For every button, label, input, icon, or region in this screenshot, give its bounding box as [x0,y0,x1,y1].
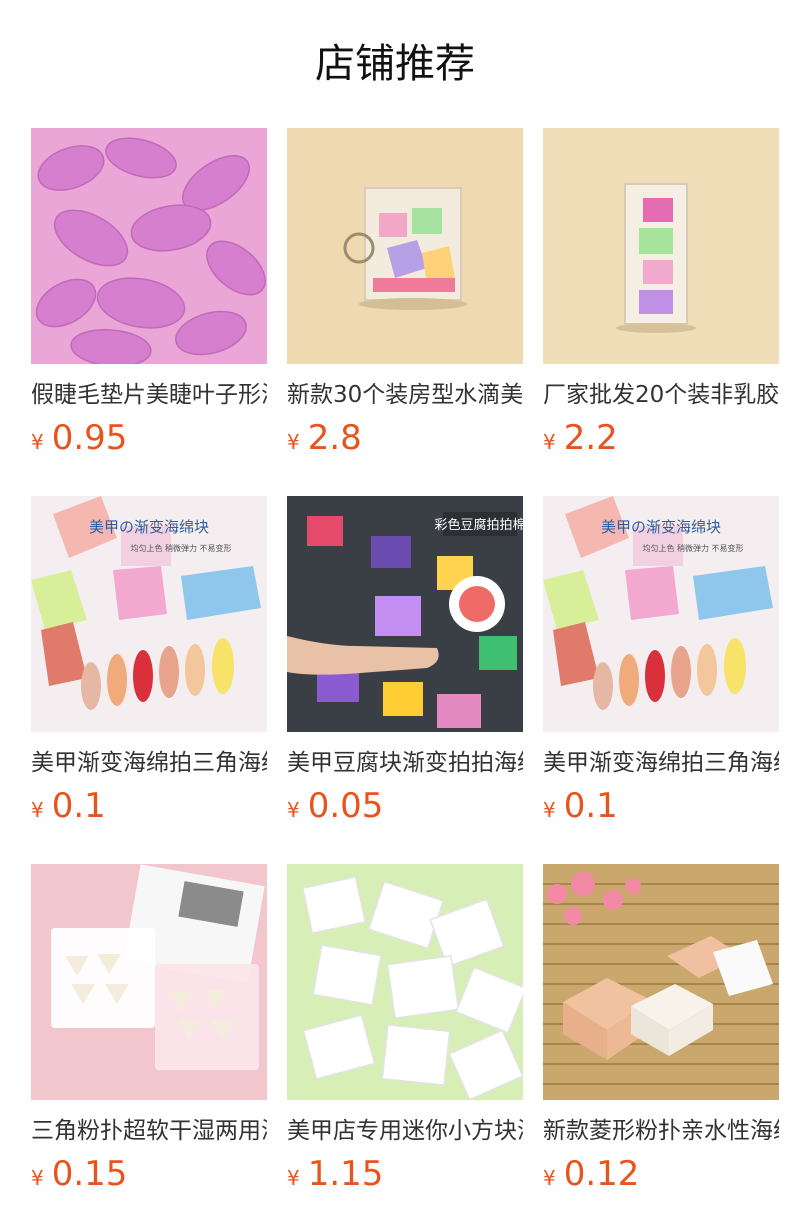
product-image-pink-leaf-sponges[interactable] [31,128,267,364]
product-image-white-square-sponges[interactable] [287,864,523,1100]
image-banner-title: 美甲の渐变海绵块 [601,518,721,536]
product-card[interactable]: 美甲の渐变海绵块 均匀上色 稍微弹力 不易变形 美甲渐变海绵拍三角海绵块 ¥ 0… [31,496,267,826]
product-image-nail-gradient-sponges[interactable]: 美甲の渐变海绵块 均匀上色 稍微弹力 不易变形 [543,496,779,732]
product-price: ¥ 0.95 [31,418,267,458]
price-value: 0.1 [51,786,106,826]
product-image-nail-gradient-sponges[interactable]: 美甲の渐变海绵块 均匀上色 稍微弹力 不易变形 [31,496,267,732]
image-banner-title: 彩色豆腐拍拍棉 [434,517,523,533]
currency-symbol: ¥ [543,430,556,454]
product-name[interactable]: 美甲渐变海绵拍三角海绵块 [31,746,267,780]
product-name[interactable]: 新款菱形粉扑亲水性海绵 [543,1114,779,1148]
product-name[interactable]: 厂家批发20个装非乳胶粉扑 [543,378,779,412]
product-image-triangle-puffs-bags[interactable] [31,864,267,1100]
price-value: 2.2 [563,418,618,458]
price-value: 0.95 [51,418,128,458]
product-card[interactable]: 美甲の渐变海绵块 均匀上色 稍微弹力 不易变形 美甲渐变海绵拍三角海绵块 ¥ 0… [543,496,779,826]
product-name[interactable]: 三角粉扑超软干湿两用海绵 [31,1114,267,1148]
currency-symbol: ¥ [287,798,300,822]
product-name[interactable]: 美甲店专用迷你小方块海绵 [287,1114,523,1148]
price-value: 0.05 [307,786,384,826]
page-title: 店铺推荐 [315,41,475,87]
product-price: ¥ 2.8 [287,418,523,458]
currency-symbol: ¥ [31,798,44,822]
product-card[interactable]: 三角粉扑超软干湿两用海绵 ¥ 0.15 [31,864,267,1194]
product-name[interactable]: 新款30个装房型水滴美妆蛋 [287,378,523,412]
product-price: ¥ 0.1 [543,786,779,826]
product-price: ¥ 0.05 [287,786,523,826]
product-name[interactable]: 美甲豆腐块渐变拍拍海绵 [287,746,523,780]
product-price: ¥ 0.12 [543,1154,779,1194]
product-card[interactable]: 假睫毛垫片美睫叶子形海绵 ¥ 0.95 [31,128,267,458]
product-price: ¥ 2.2 [543,418,779,458]
currency-symbol: ¥ [31,1166,44,1190]
product-name[interactable]: 美甲渐变海绵拍三角海绵块 [543,746,779,780]
product-price: ¥ 0.1 [31,786,267,826]
product-name[interactable]: 假睫毛垫片美睫叶子形海绵 [31,378,267,412]
price-value: 1.15 [307,1154,384,1194]
product-card[interactable]: 彩色豆腐拍拍棉 美甲豆腐块渐变拍拍海绵 ¥ 0.05 [287,496,523,826]
price-value: 0.15 [51,1154,128,1194]
price-value: 0.12 [563,1154,640,1194]
price-value: 0.1 [563,786,618,826]
product-card[interactable]: 厂家批发20个装非乳胶粉扑 ¥ 2.2 [543,128,779,458]
product-image-sponge-tube-box[interactable] [543,128,779,364]
product-image-sponge-gift-box-cube[interactable] [287,128,523,364]
price-value: 2.8 [307,418,362,458]
product-image-diamond-puffs-bamboo[interactable] [543,864,779,1100]
product-price: ¥ 0.15 [31,1154,267,1194]
currency-symbol: ¥ [543,798,556,822]
currency-symbol: ¥ [31,430,44,454]
currency-symbol: ¥ [287,1166,300,1190]
product-price: ¥ 1.15 [287,1154,523,1194]
currency-symbol: ¥ [543,1166,556,1190]
product-card[interactable]: 新款菱形粉扑亲水性海绵 ¥ 0.12 [543,864,779,1194]
product-card[interactable]: 新款30个装房型水滴美妆蛋 ¥ 2.8 [287,128,523,458]
product-card[interactable]: 美甲店专用迷你小方块海绵 ¥ 1.15 [287,864,523,1194]
image-banner-title: 美甲の渐变海绵块 [89,518,209,536]
image-banner-subtitle: 均匀上色 稍微弹力 不易变形 [642,543,743,553]
currency-symbol: ¥ [287,430,300,454]
product-image-colored-tofu-sponges[interactable]: 彩色豆腐拍拍棉 [287,496,523,732]
image-banner-subtitle: 均匀上色 稍微弹力 不易变形 [130,543,231,553]
